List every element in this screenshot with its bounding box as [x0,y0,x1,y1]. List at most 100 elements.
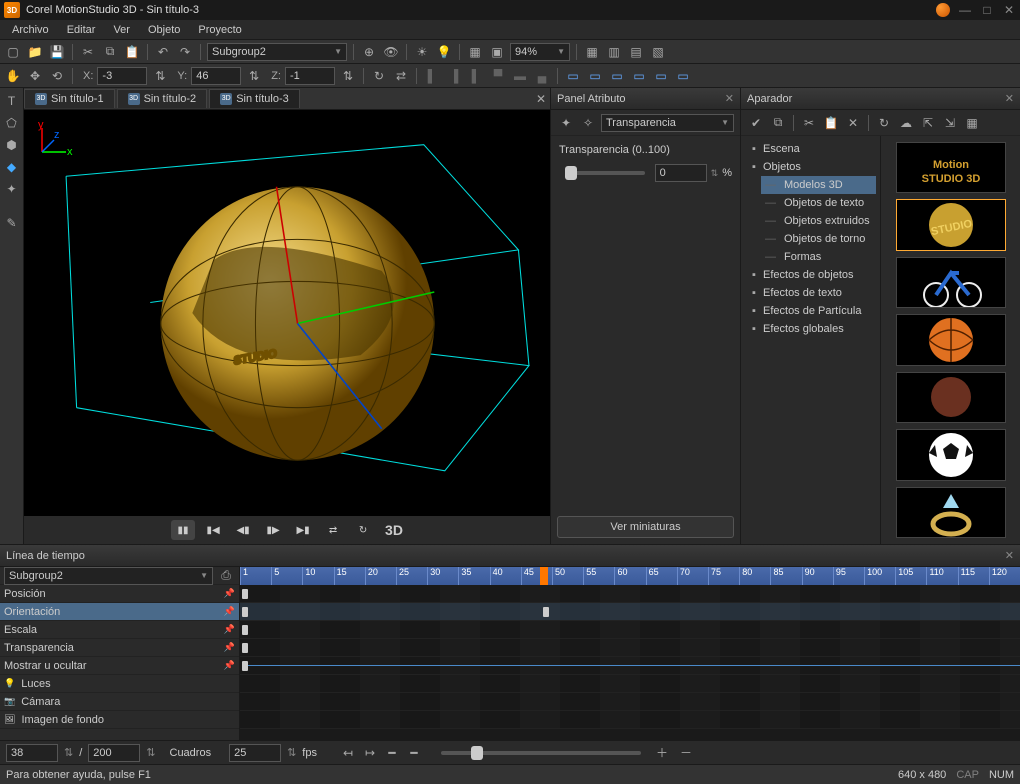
layout3-icon[interactable]: ▤ [627,43,645,61]
view4-icon[interactable]: ▭ [630,67,648,85]
track-orientacion[interactable]: Orientación📌 [0,603,239,621]
thumb-basketball[interactable] [896,314,1006,365]
track-posicion[interactable]: Posición📌 [0,585,239,603]
flip-icon[interactable]: ⇄ [392,67,410,85]
layout2-icon[interactable]: ▥ [605,43,623,61]
object-tool-icon[interactable]: ⬢ [3,136,21,154]
play-button[interactable]: ▮▶ [261,520,285,540]
current-frame-input[interactable]: 38 [6,744,58,762]
view5-icon[interactable]: ▭ [652,67,670,85]
last-frame-button[interactable]: ▶▮ [291,520,315,540]
attr-combo[interactable]: Transparencia▼ [601,114,734,132]
tree-objetos-extruidos[interactable]: Objetos extruidos [761,212,876,230]
tab-sin-titulo-2[interactable]: 3DSin título-2 [117,89,208,108]
x-input[interactable]: -3 [97,67,147,85]
menu-proyecto[interactable]: Proyecto [190,22,249,38]
paste-icon[interactable]: 📋 [123,43,141,61]
tab-sin-titulo-3[interactable]: 3DSin título-3 [209,89,300,108]
playhead[interactable] [540,567,548,585]
edit-tool-icon[interactable]: ✎ [3,214,21,232]
rotate-tool-icon[interactable]: ⟲ [48,67,66,85]
tree-objetos-torno[interactable]: Objetos de torno [761,230,876,248]
view3-icon[interactable]: ▭ [608,67,626,85]
timeline-filter-icon[interactable]: ⎙ [217,567,235,585]
copy-icon[interactable]: ⧉ [101,43,119,61]
undo-icon[interactable]: ↶ [154,43,172,61]
keyframe[interactable] [242,661,248,671]
view1-icon[interactable]: ▭ [564,67,582,85]
x-spinner-icon[interactable]: ⇅ [151,67,169,85]
hand-icon[interactable]: ✋ [4,67,22,85]
tree-efectos-objetos[interactable]: ▪Efectos de objetos [745,266,876,284]
menu-ver[interactable]: Ver [105,22,138,38]
view2-icon[interactable]: ▭ [586,67,604,85]
globe-icon[interactable]: ⊕ [360,43,378,61]
thumb-bike[interactable] [896,257,1006,308]
timeline-ruler[interactable]: 1510152025303540455055606570758085909510… [240,567,1020,585]
pin-icon[interactable]: 📌 [224,642,235,653]
zoom-in-icon[interactable]: ＋ [653,744,671,762]
repeat-button[interactable]: ↻ [351,520,375,540]
zoom-out-icon[interactable]: － [677,744,695,762]
save-icon[interactable]: 💾 [48,43,66,61]
tl-add-key-icon[interactable]: ━ [383,744,401,762]
pin-icon[interactable]: 📌 [224,588,235,599]
menu-editar[interactable]: Editar [59,22,104,38]
attr-remove-icon[interactable]: ✧ [579,114,597,132]
tree-modelos-3d[interactable]: Modelos 3D [761,176,876,194]
track-mostrar[interactable]: Mostrar u ocultar📌 [0,657,239,675]
keyframe[interactable] [543,607,549,617]
total-frames-input[interactable]: 200 [88,744,140,762]
tree-efectos-texto[interactable]: ▪Efectos de texto [745,284,876,302]
tree-formas[interactable]: Formas [761,248,876,266]
tree-efectos-particula[interactable]: ▪Efectos de Partícula [745,302,876,320]
tl-next-key-icon[interactable]: ↦ [361,744,379,762]
thumb-motion[interactable]: MotionSTUDIO 3D [896,142,1006,193]
pin-icon[interactable]: 📌 [224,606,235,617]
panel-close-icon[interactable]: ✕ [725,92,734,105]
node-tool-icon[interactable]: ◆ [3,158,21,176]
pin-icon[interactable]: 📌 [224,660,235,671]
thumb-studio[interactable]: STUDIO [896,199,1006,250]
subgroup-combo[interactable]: Subgroup2 ▼ [207,43,347,61]
render-icon[interactable]: ▣ [488,43,506,61]
paste-icon[interactable]: 📋 [822,114,840,132]
apply-icon[interactable]: ✔ [747,114,765,132]
panel-close-icon[interactable]: ✕ [1005,92,1014,105]
menu-objeto[interactable]: Objeto [140,22,188,38]
y-spinner-icon[interactable]: ⇅ [245,67,263,85]
copy-icon[interactable]: ⧉ [769,114,787,132]
bulb-icon[interactable]: 💡 [435,43,453,61]
prev-frame-button[interactable]: ◀▮ [231,520,255,540]
pause-button[interactable]: ▮▮ [171,520,195,540]
grid-icon[interactable]: ▦ [963,114,981,132]
shape-tool-icon[interactable]: ⬠ [3,114,21,132]
transparency-slider[interactable] [565,171,645,175]
tree-escena[interactable]: ▪Escena [745,140,876,158]
keyframe[interactable] [242,607,248,617]
tabs-close-icon[interactable]: ✕ [532,90,550,108]
panel-close-icon[interactable]: ✕ [1005,549,1014,562]
delete-icon[interactable]: ✕ [844,114,862,132]
keyframe[interactable] [242,589,248,599]
tl-prev-key-icon[interactable]: ↤ [339,744,357,762]
layout1-icon[interactable]: ▦ [583,43,601,61]
new-icon[interactable]: ▢ [4,43,22,61]
tree-objetos[interactable]: ▪Objetos [745,158,876,176]
minimize-button[interactable]: — [958,3,972,17]
refresh-icon[interactable]: ↻ [875,114,893,132]
menu-archivo[interactable]: Archivo [4,22,57,38]
redo-icon[interactable]: ↷ [176,43,194,61]
fps-input[interactable]: 25 [229,744,281,762]
cut-icon[interactable]: ✂ [79,43,97,61]
timeline-zoom-slider[interactable] [441,751,641,755]
tab-sin-titulo-1[interactable]: 3DSin título-1 [24,89,115,108]
close-button[interactable]: ✕ [1002,3,1016,17]
track-imagen-fondo[interactable]: 🖼Imagen de fondo [0,711,239,729]
y-input[interactable]: 46 [191,67,241,85]
ver-miniaturas-button[interactable]: Ver miniaturas [557,516,734,538]
text-tool-icon[interactable]: T [3,92,21,110]
tl-del-key-icon[interactable]: ━ [405,744,423,762]
track-luces[interactable]: 💡Luces [0,675,239,693]
import-icon[interactable]: ⇱ [919,114,937,132]
